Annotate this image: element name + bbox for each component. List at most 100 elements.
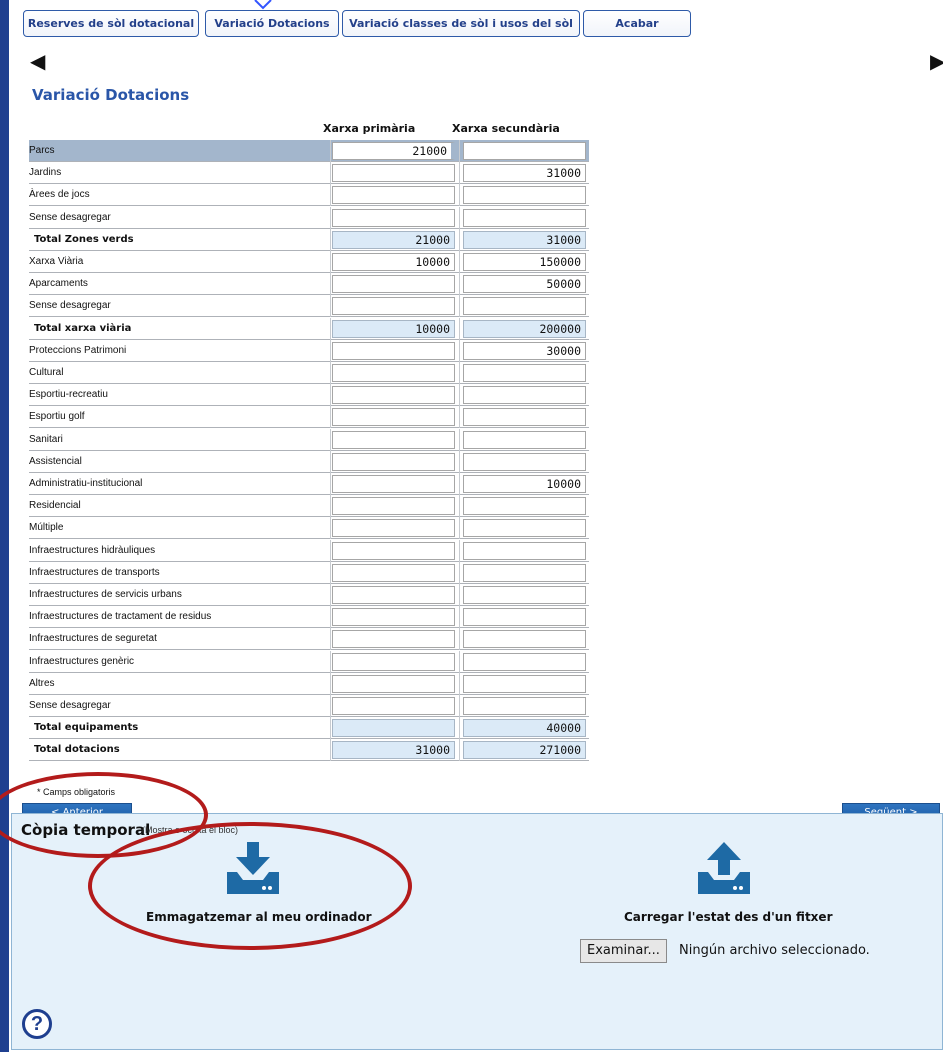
column-divider (459, 606, 460, 629)
secondary-value-input[interactable] (463, 430, 586, 449)
column-divider (459, 228, 460, 251)
row-label: Proteccions Patrimoni (29, 344, 127, 356)
secondary-value-input[interactable] (463, 186, 586, 205)
column-divider (459, 473, 460, 495)
column-header-primary: Xarxa primària (323, 122, 416, 135)
secondary-value-input[interactable] (463, 452, 586, 471)
column-divider (459, 273, 460, 296)
row-label: Sanitari (29, 433, 63, 445)
primary-value-input[interactable] (332, 519, 455, 538)
primary-value-input[interactable] (332, 297, 455, 316)
row-label: Infraestructures de tractament de residu… (29, 611, 212, 623)
tab-variacio-classes-sol[interactable]: Variació classes de sòl i usos del sòl (342, 10, 580, 37)
secondary-value-input[interactable] (463, 697, 586, 715)
primary-value-input[interactable] (332, 586, 455, 604)
column-divider (459, 539, 460, 562)
secondary-value-input[interactable]: 30000 (463, 341, 586, 360)
primary-value-input[interactable] (332, 341, 455, 360)
secondary-value-input[interactable] (463, 297, 586, 316)
secondary-value-input[interactable] (463, 608, 586, 627)
column-divider (459, 295, 460, 318)
primary-value-input[interactable] (332, 208, 455, 227)
column-divider (459, 362, 460, 384)
secondary-value-input[interactable] (463, 386, 586, 405)
row-label: Total xarxa viària (34, 322, 132, 334)
column-divider (330, 384, 331, 407)
table-row: Assistencial (29, 450, 589, 473)
secondary-value-input[interactable] (463, 674, 586, 693)
primary-value-input: 31000 (332, 741, 455, 760)
help-icon[interactable]: ? (22, 1009, 52, 1039)
table-row: Jardins 31000 (29, 162, 589, 185)
secondary-value-input[interactable] (463, 563, 586, 582)
column-divider (330, 428, 331, 451)
primary-value-input[interactable] (332, 408, 455, 427)
column-divider (459, 140, 460, 162)
next-arrow-icon[interactable]: ▶ (930, 52, 943, 72)
primary-value-input[interactable] (332, 386, 455, 405)
page-title: Variació Dotacions (32, 86, 190, 104)
primary-value-input[interactable] (332, 630, 455, 649)
primary-value-input[interactable]: 10000 (332, 253, 455, 271)
primary-value-input[interactable] (332, 186, 455, 205)
secondary-value-input[interactable] (463, 364, 586, 382)
row-label: Assistencial (29, 455, 82, 467)
secondary-value-input[interactable] (463, 541, 586, 560)
primary-value-input[interactable]: 21000 (332, 142, 455, 160)
column-divider (330, 362, 331, 384)
column-divider (459, 650, 460, 673)
primary-value-input[interactable] (332, 652, 455, 671)
row-label: Aparcaments (29, 278, 88, 290)
column-divider (330, 228, 331, 251)
primary-value-input[interactable] (332, 364, 455, 382)
column-divider (330, 140, 331, 162)
row-label: Infraestructures de servicis urbans (29, 589, 182, 600)
tab-variacio-dotacions[interactable]: Variació Dotacions (205, 10, 339, 37)
primary-value-input[interactable] (332, 697, 455, 715)
column-divider (330, 584, 331, 606)
primary-value-input[interactable] (332, 430, 455, 449)
secondary-value-input[interactable] (463, 519, 586, 538)
table-row: Sense desagregar (29, 206, 589, 229)
secondary-value-input[interactable] (463, 408, 586, 427)
secondary-value-input[interactable] (463, 652, 586, 671)
primary-value-input[interactable] (332, 275, 455, 294)
table-row: Proteccions Patrimoni 30000 (29, 339, 589, 362)
primary-value-input[interactable] (332, 497, 455, 516)
column-divider (459, 384, 460, 407)
prev-arrow-icon[interactable]: ◀ (30, 52, 45, 72)
browse-file-button[interactable]: Examinar... (580, 939, 667, 963)
table-row: Infraestructures genèric (29, 650, 589, 673)
primary-value-input: 21000 (332, 230, 455, 249)
table-row: Altres (29, 672, 589, 695)
secondary-value-input[interactable]: 50000 (463, 275, 586, 294)
primary-value-input[interactable] (332, 475, 455, 493)
column-divider (459, 495, 460, 518)
tab-acabar[interactable]: Acabar (583, 10, 691, 37)
secondary-value-input[interactable]: 31000 (463, 164, 586, 183)
column-divider (459, 717, 460, 740)
table-row: Sanitari (29, 428, 589, 451)
file-status: Ningún archivo seleccionado. (679, 943, 870, 958)
row-label: Jardins (29, 167, 62, 179)
row-label: Infraestructures de seguretat (29, 633, 157, 645)
secondary-value-input[interactable]: 150000 (463, 253, 586, 271)
secondary-value-input[interactable] (463, 497, 586, 516)
tab-reserves-sol-dotacional[interactable]: Reserves de sòl dotacional (23, 10, 199, 37)
secondary-value-input[interactable]: 10000 (463, 475, 586, 493)
secondary-value-input[interactable] (463, 208, 586, 227)
primary-value-input[interactable] (332, 608, 455, 627)
secondary-value-input[interactable] (463, 142, 586, 160)
upload-icon[interactable] (695, 842, 753, 896)
primary-value-input[interactable] (332, 164, 455, 183)
secondary-value-input[interactable] (463, 586, 586, 604)
column-divider (459, 517, 460, 540)
column-divider (330, 317, 331, 340)
primary-value-input[interactable] (332, 452, 455, 471)
primary-value-input[interactable] (332, 674, 455, 693)
primary-value-input[interactable] (332, 541, 455, 560)
primary-value-input[interactable] (332, 563, 455, 582)
table-row: Total equipaments 40000 (29, 717, 589, 740)
row-label: Infraestructures genèric (29, 655, 135, 667)
secondary-value-input[interactable] (463, 630, 586, 649)
